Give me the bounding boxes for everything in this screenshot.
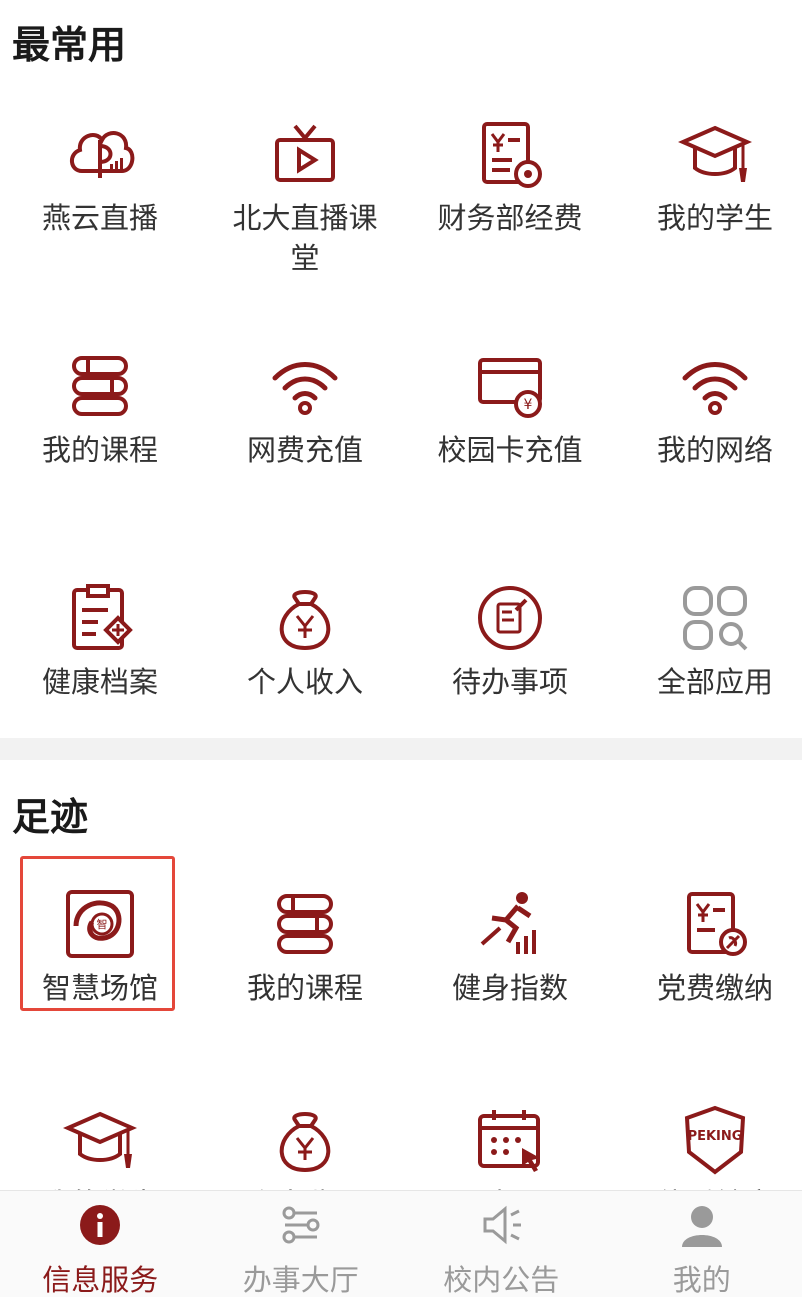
app-label: 待办事项	[435, 662, 585, 702]
app-label: 健身指数	[435, 968, 585, 1008]
app-label: 我的学生	[640, 198, 790, 238]
tab-label: 我的	[673, 1257, 731, 1299]
all-apps-icon	[675, 578, 755, 658]
app-label: 校园卡充值	[435, 430, 585, 470]
books-icon	[60, 346, 140, 426]
person-icon	[678, 1201, 726, 1253]
app-label: 北大直播课堂	[230, 198, 380, 278]
svg-text:PEKING: PEKING	[688, 1129, 743, 1144]
app-label: 全部应用	[640, 662, 790, 702]
app-tile-frequent-6[interactable]: ¥ 校园卡充值	[410, 346, 610, 470]
app-tile-frequent-8[interactable]: 健康档案	[0, 578, 200, 702]
finance-doc-icon	[470, 114, 550, 194]
svg-text:¥: ¥	[524, 397, 533, 413]
tab-label: 信息服务	[42, 1257, 158, 1299]
peking-shield-icon: PEKING	[675, 1100, 755, 1180]
app-tile-footprint-3[interactable]: 党费缴纳	[615, 884, 802, 1008]
section-title-frequent: 最常用	[12, 14, 126, 69]
app-label: 网费充值	[230, 430, 380, 470]
app-tile-frequent-5[interactable]: 网费充值	[205, 346, 405, 470]
app-label: 我的课程	[230, 968, 380, 1008]
selection-highlight-box	[20, 856, 175, 1011]
campus-card-icon: ¥	[470, 346, 550, 426]
app-tile-frequent-3[interactable]: 我的学生	[615, 114, 802, 238]
wifi-icon	[265, 346, 345, 426]
app-tile-frequent-4[interactable]: 我的课程	[0, 346, 200, 470]
flow-icon	[277, 1201, 325, 1253]
app-tile-frequent-10[interactable]: 待办事项	[410, 578, 610, 702]
app-tile-frequent-2[interactable]: 财务部经费	[410, 114, 610, 238]
tab-info[interactable]: 信息服务	[0, 1191, 201, 1297]
app-label: 个人收入	[230, 662, 380, 702]
health-record-icon	[60, 578, 140, 658]
app-tile-footprint-2[interactable]: 健身指数	[410, 884, 610, 1008]
money-bag-icon	[265, 578, 345, 658]
books-icon	[265, 884, 345, 964]
tab-speaker[interactable]: 校内公告	[401, 1191, 602, 1297]
tab-label: 办事大厅	[243, 1257, 359, 1299]
app-label: 燕云直播	[25, 198, 175, 238]
speaker-icon	[477, 1201, 525, 1253]
tab-label: 校内公告	[443, 1257, 559, 1299]
app-tile-frequent-0[interactable]: 燕云直播	[0, 114, 200, 238]
section-title-footprint: 足迹	[12, 786, 88, 841]
app-label: 财务部经费	[435, 198, 585, 238]
app-tile-frequent-7[interactable]: 我的网络	[615, 346, 802, 470]
section-divider	[0, 738, 802, 760]
tab-person[interactable]: 我的	[602, 1191, 802, 1297]
wifi-icon	[675, 346, 755, 426]
app-tile-frequent-1[interactable]: 北大直播课堂	[205, 114, 405, 278]
app-tile-footprint-1[interactable]: 我的课程	[205, 884, 405, 1008]
info-icon	[76, 1201, 124, 1253]
calendar-select-icon	[470, 1100, 550, 1180]
app-label: 党费缴纳	[640, 968, 790, 1008]
tab-flow[interactable]: 办事大厅	[201, 1191, 402, 1297]
app-label: 我的网络	[640, 430, 790, 470]
graduation-cap-icon	[675, 114, 755, 194]
app-tile-frequent-9[interactable]: 个人收入	[205, 578, 405, 702]
money-bag-icon	[265, 1100, 345, 1180]
app-tile-frequent-11[interactable]: 全部应用	[615, 578, 802, 702]
app-label: 健康档案	[25, 662, 175, 702]
graduation-cap-icon	[60, 1100, 140, 1180]
fitness-icon	[470, 884, 550, 964]
cloud-live-icon	[60, 114, 140, 194]
app-label: 我的课程	[25, 430, 175, 470]
bottom-tab-bar: 信息服务 办事大厅 校内公告 我的	[0, 1190, 802, 1297]
tv-icon	[265, 114, 345, 194]
party-fee-icon	[675, 884, 755, 964]
todo-icon	[470, 578, 550, 658]
